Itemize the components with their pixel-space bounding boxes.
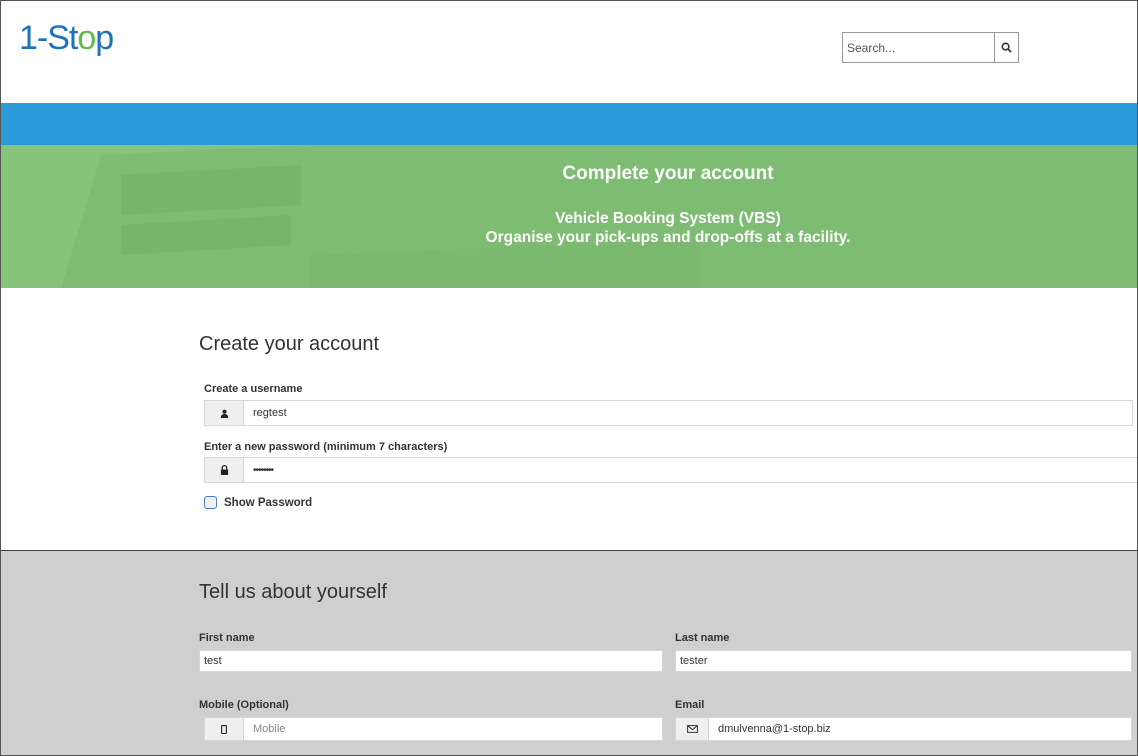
mobile-label: Mobile (Optional) — [199, 699, 289, 711]
search-input[interactable] — [843, 33, 994, 62]
hero-banner: Complete your account Vehicle Booking Sy… — [1, 145, 1137, 288]
email-value: dmulvenna@1-stop.biz — [718, 723, 831, 735]
banner-title: Complete your account — [562, 163, 774, 184]
nav-bar — [1, 103, 1137, 145]
search-icon — [1001, 42, 1012, 53]
email-label: Email — [675, 699, 705, 711]
username-value: regtest — [253, 407, 287, 419]
header: 1-Stop — [1, 1, 1137, 103]
username-field[interactable]: regtest — [204, 400, 1133, 426]
user-icon — [205, 401, 244, 425]
password-label: Enter a new password (minimum 7 characte… — [204, 441, 448, 453]
create-account-heading: Create your account — [199, 333, 380, 355]
show-password-checkbox[interactable] — [204, 496, 217, 509]
email-field[interactable]: dmulvenna@1-stop.biz — [675, 717, 1132, 741]
banner-subtitle: Vehicle Booking System (VBS) Organise yo… — [1, 209, 1137, 247]
envelope-icon — [676, 718, 709, 740]
banner-subtitle-line2: Organise your pick-ups and drop-offs at … — [485, 229, 851, 246]
about-yourself-section: Tell us about yourself First name test L… — [1, 551, 1137, 755]
about-heading: Tell us about yourself — [199, 581, 387, 603]
mobile-placeholder: Mobile — [253, 723, 286, 735]
mobile-icon — [205, 718, 244, 740]
last-name-label: Last name — [675, 632, 730, 644]
last-name-input[interactable]: tester — [675, 650, 1132, 672]
lock-icon — [205, 458, 244, 482]
password-value: •••••••• — [253, 464, 274, 476]
page-frame: 1-Stop Complete your account Vehicle Boo… — [0, 0, 1138, 756]
logo-text-2: p — [95, 19, 114, 57]
create-account-section: Create your account Create a username re… — [1, 288, 1137, 551]
logo-text-1: 1-St — [19, 19, 78, 57]
username-label: Create a username — [204, 383, 303, 395]
password-field[interactable]: •••••••• — [204, 457, 1137, 483]
mobile-field[interactable]: Mobile — [204, 717, 663, 741]
search-box — [842, 32, 1019, 63]
logo-text-o: o — [77, 19, 96, 57]
search-button[interactable] — [994, 33, 1018, 62]
logo[interactable]: 1-Stop — [19, 19, 114, 58]
show-password-label[interactable]: Show Password — [224, 497, 312, 509]
first-name-input[interactable]: test — [199, 650, 663, 672]
first-name-label: First name — [199, 632, 255, 644]
banner-subtitle-line1: Vehicle Booking System (VBS) — [555, 210, 781, 227]
